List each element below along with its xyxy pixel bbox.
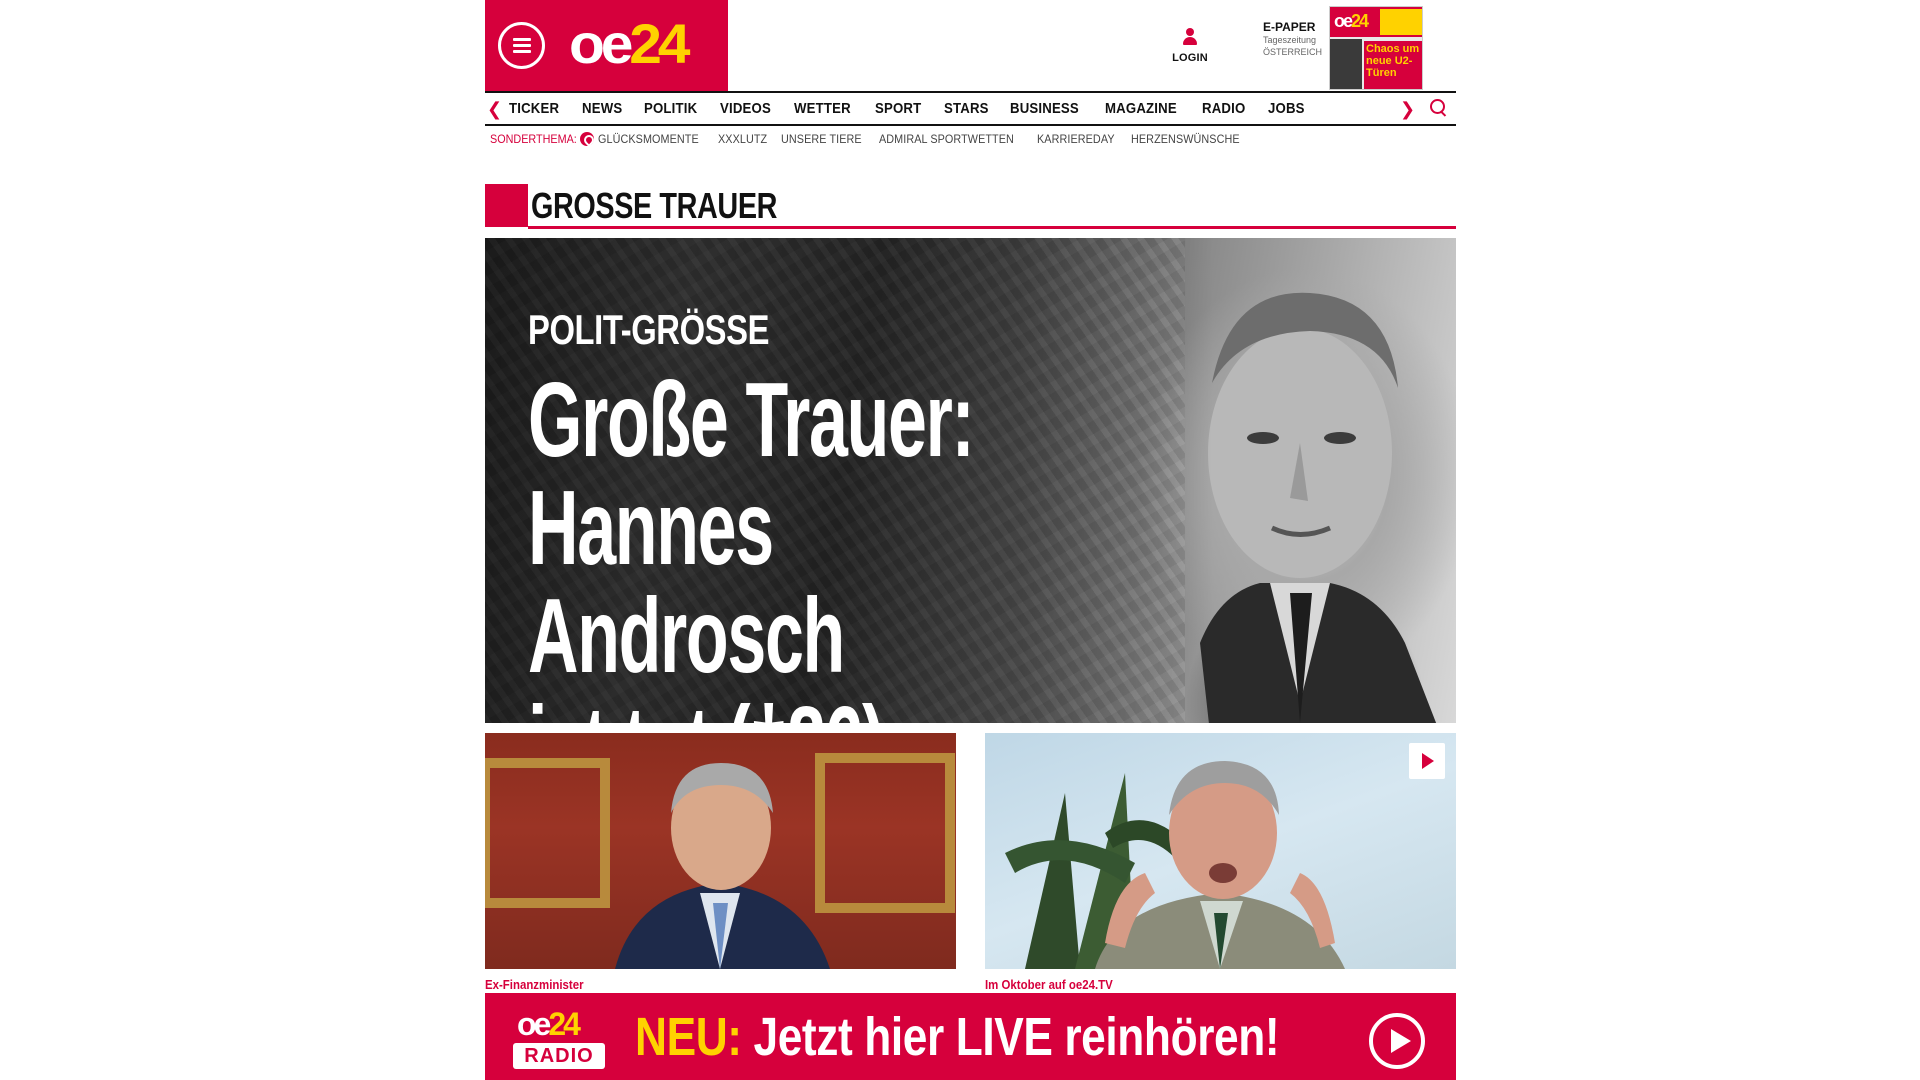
logo-oe: oe — [569, 12, 633, 75]
nav-item-videos[interactable]: VIDEOS — [720, 100, 771, 117]
subnav-topics: SONDERTHEMA: GLÜCKSMOMENTE XXXLUTZ UNSER… — [490, 130, 1264, 148]
teaser-card[interactable]: Ex-Finanzminister — [485, 733, 956, 992]
subnav-item-admiral-sportwetten[interactable]: ADMIRAL SPORTWETTEN — [879, 132, 1014, 146]
epaper-subtitle: ÖSTERREICH — [1263, 47, 1323, 57]
epaper-cover-thumbnail[interactable]: oe24 Chaos um neue U2-Türen — [1329, 6, 1423, 90]
nav-item-jobs[interactable]: JOBS — [1268, 100, 1305, 117]
menu-bar — [513, 50, 531, 53]
logo-24: 24 — [629, 12, 690, 75]
teaser-kicker: Im Oktober auf oe24.TV — [985, 977, 1113, 992]
gift-icon — [580, 132, 595, 146]
nav-item-politik[interactable]: POLITIK — [644, 100, 697, 117]
nav-item-business[interactable]: BUSINESS — [1010, 100, 1079, 117]
hero-headline-line: ist tot (†86) — [528, 690, 1069, 723]
subnav-item-xxxlutz[interactable]: XXXLUTZ — [718, 132, 767, 146]
nav-item-wetter[interactable]: WETTER — [794, 100, 851, 117]
page: oe24 LOGIN E-PAPER Tageszeitung ÖSTERREI… — [485, 0, 1456, 1080]
login-label: LOGIN — [1172, 52, 1208, 64]
subnav-item-unsere-tiere[interactable]: UNSERE TIERE — [781, 132, 862, 146]
menu-bar — [513, 44, 531, 47]
cover-headline: Chaos um neue U2-Türen — [1364, 41, 1422, 89]
radio-live-banner[interactable]: oe24 RADIO NEU: Jetzt hier LIVE reinhöre… — [485, 993, 1456, 1080]
radio-logo-tag: RADIO — [513, 1043, 605, 1069]
section-title[interactable]: GROSSE TRAUER — [531, 186, 777, 226]
nav-item-stars[interactable]: STARS — [944, 100, 989, 117]
oe24-logo[interactable]: oe24 — [569, 12, 690, 75]
epaper-link[interactable]: E-PAPER Tageszeitung ÖSTERREICH — [1263, 20, 1323, 58]
subnav-item-karriereday[interactable]: KARRIEREDAY — [1037, 132, 1115, 146]
user-icon — [1182, 28, 1198, 48]
site-header: oe24 LOGIN E-PAPER Tageszeitung ÖSTERREI… — [485, 0, 1456, 91]
epaper-subtitle: Tageszeitung — [1263, 35, 1317, 45]
hamburger-menu-button[interactable] — [498, 22, 545, 69]
nav-item-sport[interactable]: SPORT — [875, 100, 921, 117]
cover-side-box — [1380, 9, 1422, 35]
hero-headline-line: Hannes Androsch — [528, 469, 845, 695]
radio-play-icon[interactable] — [1369, 1013, 1425, 1069]
section-marker — [485, 184, 528, 227]
oe24-radio-logo: oe24 RADIO — [513, 1007, 605, 1071]
teaser-image — [485, 733, 956, 969]
cover-photo — [1330, 39, 1362, 89]
main-navigation: ❮ TICKER NEWS POLITIK VIDEOS WETTER SPOR… — [485, 91, 1456, 126]
radio-banner-text: NEU: Jetzt hier LIVE reinhören! — [635, 1007, 1280, 1067]
teaser-kicker: Ex-Finanzminister — [485, 977, 584, 992]
nav-scroll-right-icon[interactable]: ❯ — [1400, 98, 1415, 120]
epaper-title: E-PAPER — [1263, 20, 1316, 34]
nav-items: TICKER NEWS POLITIK VIDEOS WETTER SPORT … — [509, 93, 1335, 124]
hero-headline-line: Große Trauer: — [528, 361, 975, 479]
radio-cta-text: Jetzt hier LIVE reinhören! — [753, 1007, 1280, 1067]
teaser-photo-androsch — [1005, 761, 1345, 969]
nav-item-radio[interactable]: RADIO — [1202, 100, 1245, 117]
hero-kicker: POLIT-GRÖSSE — [528, 306, 770, 353]
logo-block: oe24 — [485, 0, 728, 91]
radio-logo-wordmark: oe24 — [517, 1006, 581, 1042]
section-heading: GROSSE TRAUER — [485, 184, 1456, 229]
section-divider — [528, 226, 1456, 229]
teaser-card[interactable]: Im Oktober auf oe24.TV — [985, 733, 1456, 992]
subnav-label: SONDERTHEMA: — [490, 132, 577, 146]
nav-item-magazine[interactable]: MAGAZINE — [1105, 100, 1177, 117]
login-button[interactable]: LOGIN — [1165, 28, 1215, 64]
nav-item-news[interactable]: NEWS — [582, 100, 622, 117]
radio-neu-label: NEU: — [635, 1007, 742, 1067]
teaser-photo-ludwig — [485, 753, 955, 969]
subnav-item-gluecksmomente[interactable]: GLÜCKSMOMENTE — [598, 132, 699, 146]
search-icon[interactable] — [1430, 99, 1448, 117]
subnav-item-herzenswuensche[interactable]: HERZENSWÜNSCHE — [1131, 132, 1240, 146]
hero-article[interactable]: POLIT-GRÖSSE Große Trauer: Hannes Andros… — [485, 238, 1456, 723]
video-play-icon[interactable] — [1409, 743, 1445, 779]
teaser-image — [985, 733, 1456, 969]
hero-headline[interactable]: Große Trauer: Hannes Androsch ist tot (†… — [528, 366, 1069, 723]
nav-item-ticker[interactable]: TICKER — [509, 100, 559, 117]
menu-bar — [513, 38, 531, 41]
nav-scroll-left-icon[interactable]: ❮ — [487, 98, 502, 120]
cover-logo: oe24 — [1334, 11, 1369, 31]
